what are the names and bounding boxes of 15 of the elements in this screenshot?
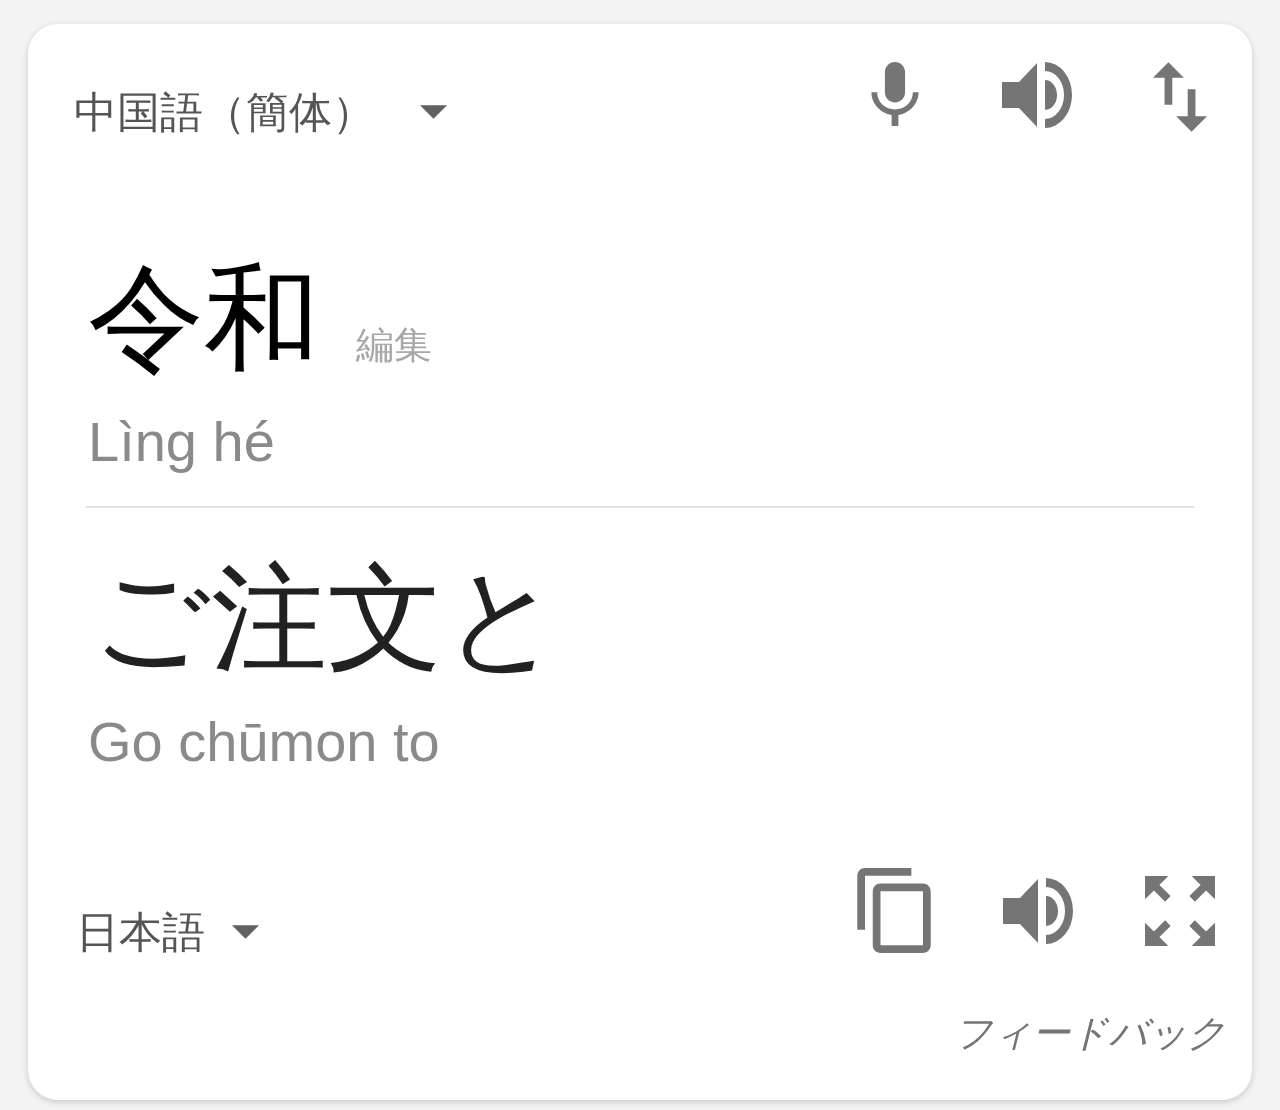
feedback-link[interactable]: フィードバック <box>954 1010 1226 1056</box>
expand-icon[interactable] <box>1145 876 1215 946</box>
translation-romanization: Go chūmon to <box>88 710 440 773</box>
speaker-icon[interactable] <box>1003 878 1073 944</box>
translated-text: ご注文と <box>92 553 562 683</box>
microphone-icon[interactable] <box>871 62 919 126</box>
source-language-dropdown[interactable]: 中国語（簡体） <box>74 86 447 138</box>
source-text: 令和 <box>88 260 320 376</box>
caret-icon <box>232 925 259 939</box>
speaker-icon[interactable] <box>1002 62 1072 128</box>
source-romanization: Lìng hé <box>88 410 275 473</box>
copy-icon[interactable] <box>857 868 931 953</box>
target-language-dropdown[interactable]: 日本語 <box>76 906 259 958</box>
caret-icon <box>420 105 447 119</box>
swap-icon[interactable] <box>1153 62 1207 132</box>
